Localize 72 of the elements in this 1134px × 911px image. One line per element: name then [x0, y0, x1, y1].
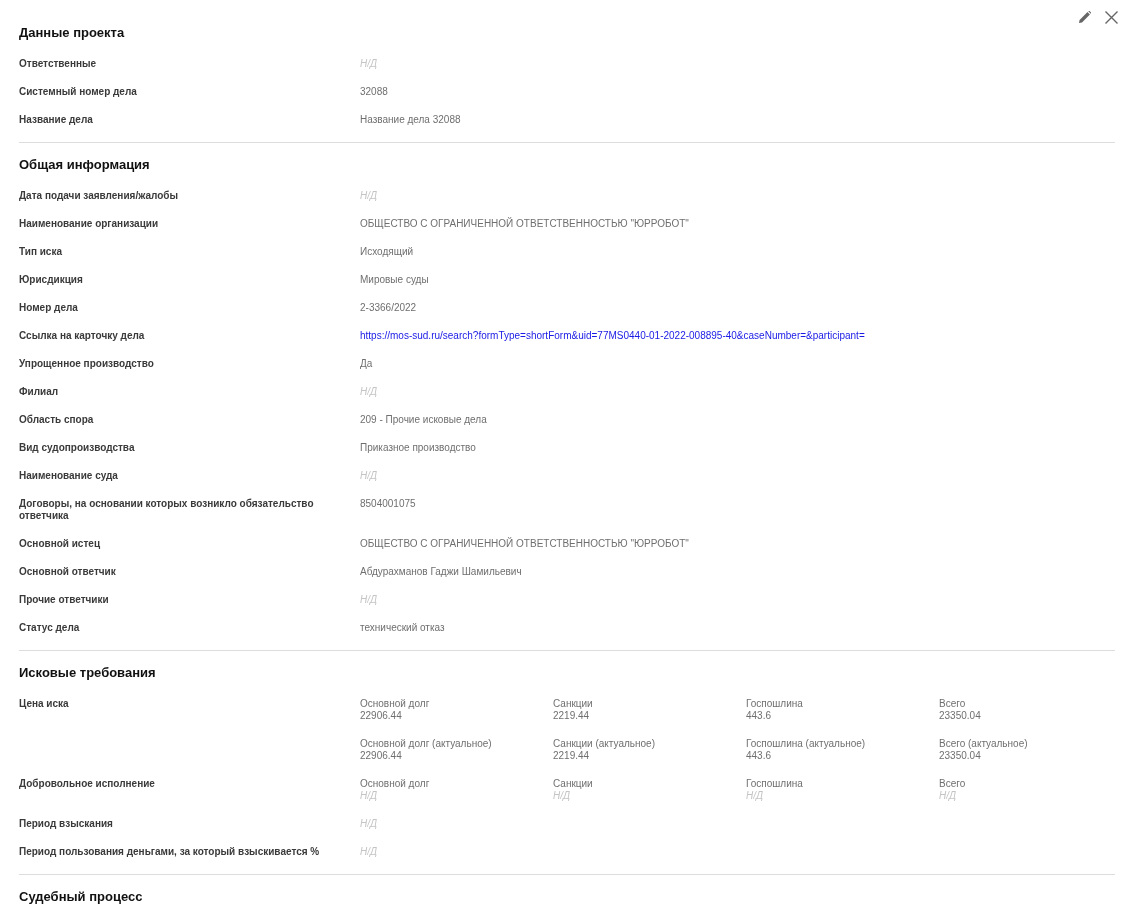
field-label: Упрощенное производство: [19, 358, 155, 370]
amount-caption: Основной долг: [360, 778, 431, 790]
field-label: Добровольное исполнение: [19, 778, 156, 791]
amount-caption: Всего: [939, 778, 967, 790]
field-value: Н/Д: [360, 594, 378, 606]
field-label: Период взыскания: [19, 818, 114, 830]
field-value: Название дела 32088: [360, 114, 461, 126]
field-label: Прочие ответчики: [19, 594, 110, 606]
field-label: Название дела: [19, 114, 94, 126]
amount-caption: Санкции: [553, 698, 594, 710]
edit-button[interactable]: [1076, 8, 1094, 26]
amount-value: 23350.04: [939, 710, 982, 722]
field-label: Договоры, на основании которых возникло обязательство ответчика: [19, 498, 315, 522]
section-heading: Общая информация: [19, 156, 151, 174]
amount-caption: Всего (актуальное): [939, 738, 1029, 750]
field-value: 8504001075: [360, 498, 416, 511]
amount-caption: Санкции (актуальное): [553, 738, 656, 750]
amount-caption: Госпошлина (актуальное): [746, 738, 867, 750]
field-label: Область спора: [19, 414, 95, 426]
field-label: Ссылка на карточку дела: [19, 330, 146, 342]
field-value: Н/Д: [360, 818, 378, 830]
field-value: Приказное производство: [360, 442, 476, 454]
amount-value: Н/Д: [939, 790, 958, 802]
field-label: Филиал: [19, 386, 60, 398]
pencil-icon: [1079, 11, 1091, 23]
section-heading: Судебный процесс: [19, 888, 144, 906]
amount-value: 2219.44: [553, 750, 591, 762]
field-label: Ответственные: [19, 58, 98, 70]
field-label: Юрисдикция: [19, 274, 84, 286]
field-value: Да: [360, 358, 373, 370]
field-label: Период пользования деньгами, за который взыскивается %: [19, 846, 321, 858]
section-heading: Исковые требования: [19, 664, 157, 682]
field-value: Мировые суды: [360, 274, 429, 286]
amount-value: 2219.44: [553, 710, 591, 722]
field-value: Н/Д: [360, 846, 378, 858]
section-heading: Данные проекта: [19, 24, 126, 42]
amount-value: 22906.44: [360, 750, 403, 762]
amount-value: 22906.44: [360, 710, 403, 722]
field-label: Вид судопроизводства: [19, 442, 136, 454]
field-label: Наименование суда: [19, 470, 119, 482]
field-label: Дата подачи заявления/жалобы: [19, 190, 179, 202]
amount-caption: Санкции: [553, 778, 594, 790]
field-label: Основной истец: [19, 538, 102, 550]
close-button[interactable]: [1102, 8, 1120, 26]
field-label: Основной ответчик: [19, 566, 117, 578]
amount-value: 443.6: [746, 750, 773, 762]
field-value: ОБЩЕСТВО С ОГРАНИЧЕННОЙ ОТВЕТСТВЕННОСТЬЮ "ЮРРОБОТ": [360, 218, 689, 230]
case-link[interactable]: https://mos-sud.ru/search?formType=shortForm&uid=77MS0440-01-2022-008895-40&caseNumber=&participant=: [360, 330, 865, 342]
amount-value: 23350.04: [939, 750, 982, 762]
field-label: Наименование организации: [19, 218, 160, 230]
field-label: Статус дела: [19, 622, 81, 634]
amount-value: Н/Д: [746, 790, 765, 802]
field-value: Исходящий: [360, 246, 414, 258]
amount-caption: Основной долг: [360, 698, 431, 710]
field-value: Абдурахманов Гаджи Шамильевич: [360, 566, 522, 578]
field-label: Цена иска: [19, 698, 70, 711]
field-value: ОБЩЕСТВО С ОГРАНИЧЕННОЙ ОТВЕТСТВЕННОСТЬЮ "ЮРРОБОТ": [360, 538, 689, 550]
field-value: 209 - Прочие исковые дела: [360, 414, 487, 426]
amount-caption: Госпошлина: [746, 698, 804, 710]
amount-caption: Всего: [939, 698, 967, 710]
amount-value: Н/Д: [360, 790, 379, 802]
amount-caption: Основной долг (актуальное): [360, 738, 493, 750]
field-label: Номер дела: [19, 302, 79, 314]
field-value: технический отказ: [360, 622, 445, 634]
field-value: 2-3366/2022: [360, 302, 417, 314]
field-value: 32088: [360, 86, 388, 98]
field-label: Тип иска: [19, 246, 63, 258]
amount-value: Н/Д: [553, 790, 572, 802]
field-label: Системный номер дела: [19, 86, 138, 98]
amount-caption: Госпошлина: [746, 778, 804, 790]
amount-value: 443.6: [746, 710, 773, 722]
close-icon: [1104, 10, 1118, 24]
